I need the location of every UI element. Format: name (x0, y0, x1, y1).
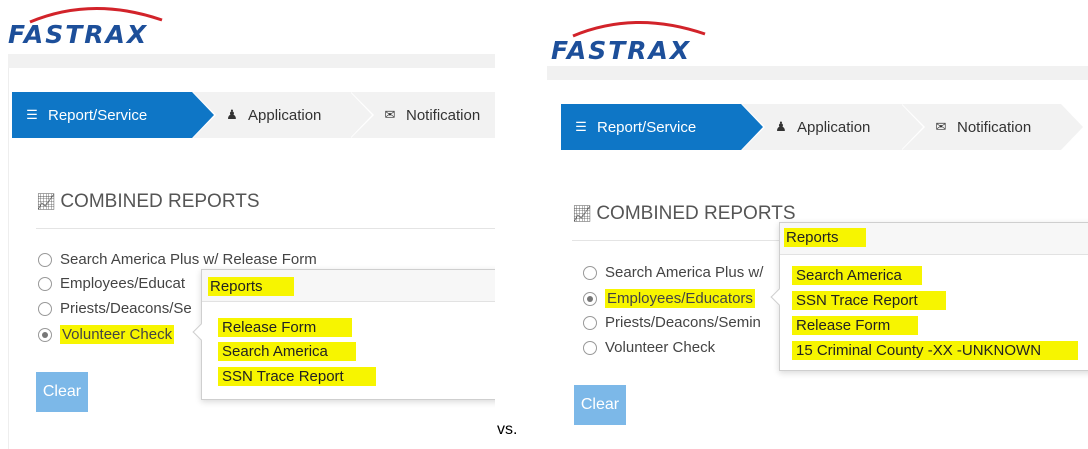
heading-divider (36, 228, 495, 229)
wizard-tabs: ☰ Report/Service ♟ Application ✉ Notific… (561, 104, 1085, 150)
popover-item-search-america: Search America (218, 342, 356, 361)
combined-reports-heading: 📈︎ COMBINED REPORTS (572, 203, 796, 224)
option-search-america-plus[interactable]: Search America Plus w/ (583, 264, 763, 281)
window-header-bar (547, 66, 1088, 80)
tab-label: Notification (957, 118, 1032, 136)
radio-button[interactable] (583, 315, 597, 330)
option-label: Employees/Educat (60, 275, 186, 292)
option-label: Priests/Deacons/Se (60, 300, 192, 317)
radio-button-selected[interactable] (38, 327, 52, 342)
fastrax-logo: FASTRAX (551, 36, 692, 65)
option-label: Volunteer Check (60, 325, 175, 344)
option-priests-deacons[interactable]: Priests/Deacons/Se (38, 300, 192, 317)
list-icon: ☰ (575, 119, 587, 134)
left-screenshot-panel: FASTRAX ☰ Report/Service ♟ Application ✉… (0, 0, 495, 449)
radio-button[interactable] (38, 301, 52, 316)
option-priests-deacons[interactable]: Priests/Deacons/Semin (583, 314, 761, 331)
popover-item-criminal-county: 15 Criminal County -XX -UNKNOWN (792, 341, 1078, 360)
option-label: Priests/Deacons/Semin (605, 314, 761, 331)
tab-label: Notification (406, 106, 481, 124)
radio-button[interactable] (583, 340, 597, 355)
envelope-icon: ✉ (935, 119, 947, 134)
reports-popover: Reports Search America SSN Trace Report … (779, 222, 1088, 371)
popover-item-release-form: Release Form (792, 316, 918, 335)
radio-button[interactable] (38, 276, 52, 291)
reports-popover: Reports Release Form Search America SSN … (201, 269, 495, 400)
popover-item-ssn-trace-report: SSN Trace Report (218, 367, 376, 386)
line-chart-icon: 📈︎ (572, 206, 593, 223)
right-screenshot-panel: FASTRAX ☰ Report/Service ♟ Application ✉… (547, 0, 1088, 449)
popover-title: Reports (208, 277, 294, 296)
radio-button[interactable] (38, 252, 52, 267)
radio-button-selected[interactable] (583, 291, 597, 306)
tab-label: Application (248, 106, 322, 124)
option-label: Search America Plus w/ Release Form (60, 251, 317, 268)
option-label: Search America Plus w/ (605, 264, 764, 281)
wizard-tabs: ☰ Report/Service ♟ Application ✉ Notific… (12, 92, 495, 138)
tab-label: Report/Service (48, 106, 148, 124)
option-label: Employees/Educators (605, 289, 755, 308)
tab-application[interactable]: ♟ Application (741, 104, 925, 150)
envelope-icon: ✉ (384, 107, 396, 122)
option-employees-educators[interactable]: Employees/Educators (583, 289, 755, 308)
fastrax-logo: FASTRAX (8, 20, 149, 49)
user-icon: ♟ (226, 107, 238, 122)
tab-report-service[interactable]: ☰ Report/Service (561, 104, 765, 150)
tab-notification[interactable]: ✉ Notification (901, 104, 1085, 150)
line-chart-icon: 📈︎ (36, 194, 57, 211)
list-icon: ☰ (26, 107, 38, 122)
tab-report-service[interactable]: ☰ Report/Service (12, 92, 216, 138)
window-header-bar (8, 54, 495, 68)
user-icon: ♟ (775, 119, 787, 134)
radio-button[interactable] (583, 265, 597, 280)
popover-item-release-form: Release Form (218, 318, 352, 337)
option-volunteer-check[interactable]: Volunteer Check (583, 339, 715, 356)
popover-title: Reports (784, 228, 866, 247)
clear-button[interactable]: Clear (574, 385, 626, 425)
tab-label: Report/Service (597, 118, 697, 136)
logo-swoosh-icon (572, 21, 706, 38)
popover-item-ssn-trace-report: SSN Trace Report (792, 291, 946, 310)
vs-separator: vs. (497, 421, 518, 438)
clear-button[interactable]: Clear (36, 372, 88, 412)
option-employees-educators[interactable]: Employees/Educat (38, 275, 185, 292)
tab-label: Application (797, 118, 871, 136)
option-label: Volunteer Check (605, 339, 716, 356)
combined-reports-heading: 📈︎ COMBINED REPORTS (36, 191, 260, 212)
popover-item-search-america: Search America (792, 266, 922, 285)
option-search-america-plus[interactable]: Search America Plus w/ Release Form (38, 251, 317, 268)
option-volunteer-check[interactable]: Volunteer Check (38, 325, 175, 344)
